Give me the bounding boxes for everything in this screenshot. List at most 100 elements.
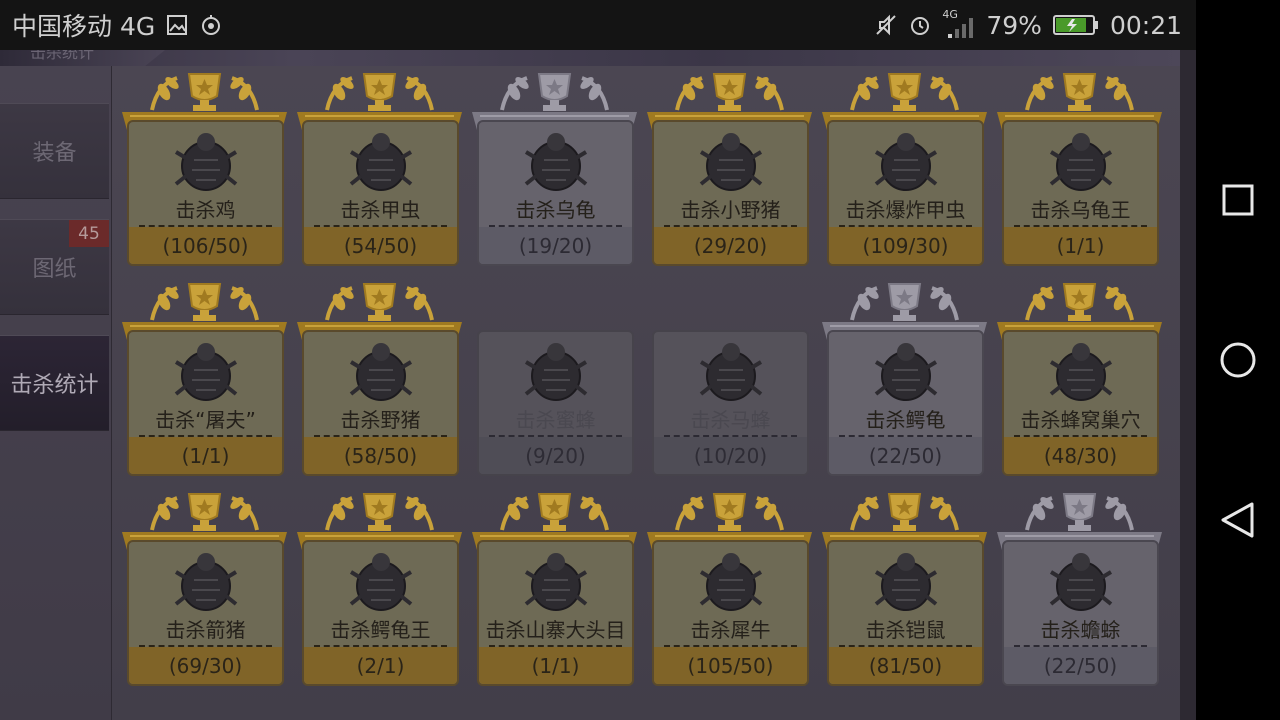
sidebar-item-label: 击杀统计 <box>10 373 99 398</box>
silver-trophy-icon <box>997 490 1162 550</box>
card-title: 击杀箭猪 <box>165 618 246 642</box>
kill-card[interactable]: 击杀野猪 (58/50) <box>297 280 462 480</box>
kill-card[interactable]: 击杀山寨大头目 (1/1) <box>472 490 637 690</box>
clock: 00:21 <box>1109 10 1182 40</box>
recent-apps-button[interactable] <box>1210 172 1266 228</box>
gold-trophy-icon <box>297 70 462 130</box>
card-title: 击杀犀牛 <box>690 618 771 642</box>
kill-card[interactable]: 击杀“屠夫” (1/1) <box>122 280 287 480</box>
kill-count: (106/50) <box>129 227 282 264</box>
sidebar-item-equipment[interactable]: 装备 <box>0 103 109 199</box>
kill-count: (2/1) <box>304 647 457 684</box>
card-body: 击杀甲虫 (54/50) <box>302 120 459 266</box>
status-bar: 中国移动 4G 4G 79% 00:21 <box>0 0 1196 50</box>
alarm-icon <box>908 13 932 37</box>
toad-icon <box>1041 548 1121 618</box>
card-title: 击杀蜜蜂 <box>515 408 596 432</box>
hive-icon <box>1041 338 1121 408</box>
game-screen: 击杀统计 装备 图纸 45 击杀统计 击杀鸡 (106/50) 击杀甲虫 (54/50… <box>0 50 1196 720</box>
kill-count: (22/50) <box>829 437 982 474</box>
gold-trophy-icon <box>122 490 287 550</box>
bomb-beetle-icon <box>866 128 946 198</box>
kill-card[interactable]: 击杀马蜂 (10/20) <box>647 280 812 480</box>
snapping-turtle-icon <box>866 338 946 408</box>
header-bar <box>0 50 1180 66</box>
sidebar-item-label: 装备 <box>32 141 77 166</box>
card-title: 击杀蟾蜍 <box>1040 618 1121 642</box>
card-body: 击杀鳄龟 (22/50) <box>827 330 984 476</box>
kill-count: (1/1) <box>129 437 282 474</box>
kill-count: (1/1) <box>479 647 632 684</box>
kill-card[interactable]: 击杀鳄龟 (22/50) <box>822 280 987 480</box>
kill-count: (22/50) <box>1004 647 1157 684</box>
card-body: 击杀鸡 (106/50) <box>127 120 284 266</box>
card-body: 击杀野猪 (58/50) <box>302 330 459 476</box>
card-body: 击杀蟾蜍 (22/50) <box>1002 540 1159 686</box>
kill-card[interactable]: 击杀蜂窝巢穴 (48/30) <box>997 280 1162 480</box>
signal-icon: 4G <box>942 8 976 38</box>
kill-card[interactable]: 击杀爆炸甲虫 (109/30) <box>822 70 987 270</box>
card-title: 击杀野猪 <box>340 408 421 432</box>
card-title: 击杀小野猪 <box>680 198 781 222</box>
notification-badge: 45 <box>69 220 109 247</box>
sync-icon <box>199 13 223 37</box>
boar-icon <box>691 128 771 198</box>
armadillo-icon <box>866 548 946 618</box>
kill-card[interactable]: 击杀小野猪 (29/20) <box>647 70 812 270</box>
kill-card[interactable]: 击杀铠鼠 (81/50) <box>822 490 987 690</box>
rhino-icon <box>691 548 771 618</box>
silver-trophy-icon <box>472 70 637 130</box>
kill-card[interactable]: 击杀乌龟王 (1/1) <box>997 70 1162 270</box>
card-body: 击杀山寨大头目 (1/1) <box>477 540 634 686</box>
gold-trophy-icon <box>997 280 1162 340</box>
sidebar-item-blueprints[interactable]: 图纸 45 <box>0 219 109 315</box>
kill-count: (10/20) <box>654 437 807 474</box>
card-body: 击杀乌龟 (19/20) <box>477 120 634 266</box>
butcher-icon <box>166 338 246 408</box>
kill-count: (9/20) <box>479 437 632 474</box>
scrollbar[interactable] <box>1180 50 1196 720</box>
sidebar: 装备 图纸 45 击杀统计 <box>0 66 113 720</box>
kill-card[interactable]: 击杀鳄龟王 (2/1) <box>297 490 462 690</box>
kill-count: (29/20) <box>654 227 807 264</box>
gold-trophy-icon <box>822 490 987 550</box>
kill-card[interactable]: 击杀箭猪 (69/30) <box>122 490 287 690</box>
card-title: 击杀铠鼠 <box>865 618 946 642</box>
battery-percent: 79% <box>986 10 1042 40</box>
wasp-icon <box>691 338 771 408</box>
square-icon <box>1222 184 1254 216</box>
gold-trophy-icon <box>122 280 287 340</box>
kill-card[interactable]: 击杀蜜蜂 (9/20) <box>472 280 637 480</box>
kill-count: (69/30) <box>129 647 282 684</box>
turtle-icon <box>516 128 596 198</box>
kill-card[interactable]: 击杀乌龟 (19/20) <box>472 70 637 270</box>
sidebar-item-kill-stats[interactable]: 击杀统计 <box>0 335 109 431</box>
card-title: 击杀鳄龟王 <box>330 618 431 642</box>
card-title: 击杀鸡 <box>175 198 236 222</box>
card-title: 击杀鳄龟 <box>865 408 946 432</box>
kill-count: (54/50) <box>304 227 457 264</box>
back-button[interactable] <box>1210 492 1266 548</box>
kill-count: (105/50) <box>654 647 807 684</box>
image-icon <box>165 13 189 37</box>
gold-trophy-icon <box>122 70 287 130</box>
kill-card[interactable]: 击杀甲虫 (54/50) <box>297 70 462 270</box>
bee-icon <box>516 338 596 408</box>
home-button[interactable] <box>1210 332 1266 388</box>
card-body: 击杀蜜蜂 (9/20) <box>477 330 634 476</box>
kill-card[interactable]: 击杀鸡 (106/50) <box>122 70 287 270</box>
card-body: 击杀“屠夫” (1/1) <box>127 330 284 476</box>
gold-trophy-icon <box>647 490 812 550</box>
card-body: 击杀犀牛 (105/50) <box>652 540 809 686</box>
gold-trophy-icon <box>822 70 987 130</box>
kill-card[interactable]: 击杀犀牛 (105/50) <box>647 490 812 690</box>
gold-trophy-icon <box>297 280 462 340</box>
kill-card[interactable]: 击杀蟾蜍 (22/50) <box>997 490 1162 690</box>
card-body: 击杀爆炸甲虫 (109/30) <box>827 120 984 266</box>
card-title: 击杀甲虫 <box>340 198 421 222</box>
card-title: 击杀蜂窝巢穴 <box>1020 408 1141 432</box>
card-body: 击杀马蜂 (10/20) <box>652 330 809 476</box>
status-left: 中国移动 4G <box>12 7 223 43</box>
card-body: 击杀蜂窝巢穴 (48/30) <box>1002 330 1159 476</box>
bandit-boss-icon <box>516 548 596 618</box>
